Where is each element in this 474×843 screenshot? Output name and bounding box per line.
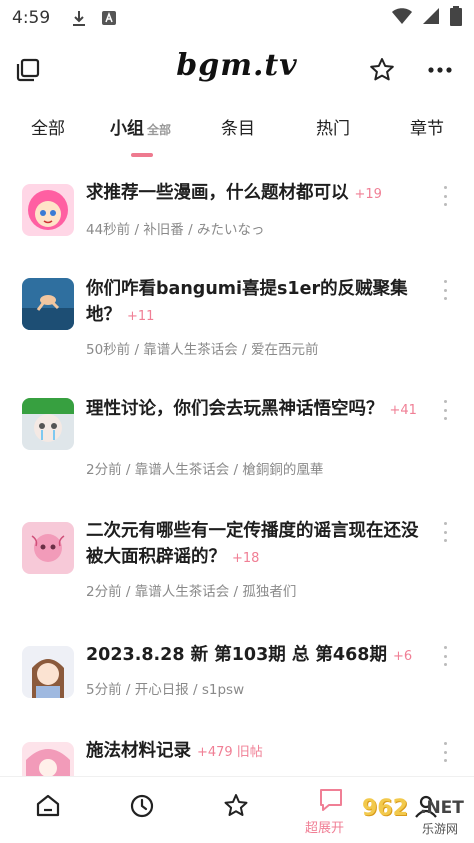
tab-hot[interactable]: 热门 (316, 114, 350, 139)
signal-icon (422, 7, 440, 30)
topic-title[interactable]: 施法材料记录 +479 旧帖 (86, 738, 426, 766)
chat-bubble-icon[interactable] (316, 785, 346, 815)
more-icon[interactable] (426, 56, 454, 84)
status-bar: 4:59 (0, 0, 474, 36)
tab-label: 全部 (31, 119, 65, 139)
topic-title[interactable]: 二次元有哪些有一定传播度的谣言现在还没被大面积辟谣的？ +18 (86, 518, 426, 572)
battery-icon (450, 5, 462, 31)
kebab-icon[interactable] (438, 646, 452, 666)
reply-count: +41 (389, 403, 417, 418)
topic-title-text: 理性讨论，你们会去玩黑神话悟空吗？ (86, 399, 384, 419)
reply-count: +19 (354, 187, 382, 202)
topic-title[interactable]: 求推荐一些漫画，什么题材都可以 +19 (86, 180, 426, 208)
tab-label: 小组 (110, 119, 144, 139)
watermark: 962 .NET 乐游网 (356, 794, 472, 840)
topic-meta: 2分前 / 靠谱人生茶话会 / 孤独者们 (86, 584, 297, 600)
watermark-sub: 乐游网 (422, 822, 459, 836)
topic-meta: 50秒前 / 靠谱人生茶话会 / 爱在西元前 (86, 342, 319, 358)
download-icon (68, 7, 90, 29)
kebab-icon[interactable] (438, 400, 452, 420)
home-icon[interactable] (33, 791, 63, 821)
tab-subject[interactable]: 条目 (221, 114, 255, 139)
avatar (22, 742, 74, 778)
reply-count: +11 (127, 309, 155, 324)
star-icon[interactable] (368, 56, 396, 84)
tab-episode[interactable]: 章节 (410, 114, 444, 139)
topic-meta: 44秒前 / 补旧番 / みたいなっ (86, 222, 265, 238)
topic-meta: 2分前 / 靠谱人生茶话会 / 槍銅銅的凰華 (86, 462, 324, 478)
avatar (22, 184, 74, 236)
watermark-number: 962 (362, 796, 408, 821)
status-time: 4:59 (12, 8, 51, 28)
avatar (22, 646, 74, 698)
kebab-icon[interactable] (438, 280, 452, 300)
topic-title[interactable]: 2023.8.28 新 第103期 总 第468期 +6 (86, 642, 426, 670)
topic-title-text: 求推荐一些漫画，什么题材都可以 (86, 183, 349, 203)
clock-icon[interactable] (127, 791, 157, 821)
tab-sub-label: 全部 (147, 123, 172, 137)
app-bar: bgm.tv (0, 44, 474, 96)
tab-indicator (131, 153, 153, 157)
reply-count: +479 (197, 745, 233, 760)
old-post-badge: 旧帖 (236, 745, 263, 760)
wifi-icon (392, 7, 412, 30)
tab-label: 条目 (221, 119, 255, 139)
avatar (22, 278, 74, 330)
kebab-icon[interactable] (438, 742, 452, 762)
kebab-icon[interactable] (438, 522, 452, 542)
tab-group[interactable]: 小组 全部 (110, 114, 171, 139)
kebab-icon[interactable] (438, 186, 452, 206)
topic-title[interactable]: 你们咋看bangumi喜提s1er的反贼聚集地？ +11 (86, 276, 426, 330)
tab-label: 章节 (410, 119, 444, 139)
nav-active-label[interactable]: 超展开 (305, 817, 344, 836)
reply-count: +18 (232, 551, 260, 566)
app-title: bgm.tv (176, 48, 298, 83)
topic-title[interactable]: 理性讨论，你们会去玩黑神话悟空吗？ +41 (86, 396, 426, 424)
avatar (22, 398, 74, 450)
reply-count: +6 (392, 649, 413, 664)
app-notification-icon (98, 7, 120, 29)
tab-bar: 全部 小组 全部 条目 热门 章节 (0, 110, 474, 160)
topic-title-text: 施法材料记录 (86, 741, 191, 761)
watermark-net: .NET (420, 798, 464, 818)
topic-meta: 5分前 / 开心日报 / s1psw (86, 682, 245, 698)
tab-all[interactable]: 全部 (31, 114, 65, 139)
star-icon[interactable] (221, 791, 251, 821)
tab-label: 热门 (316, 119, 350, 139)
topic-title-text: 2023.8.28 新 第103期 总 第468期 (86, 645, 387, 665)
avatar (22, 522, 74, 574)
